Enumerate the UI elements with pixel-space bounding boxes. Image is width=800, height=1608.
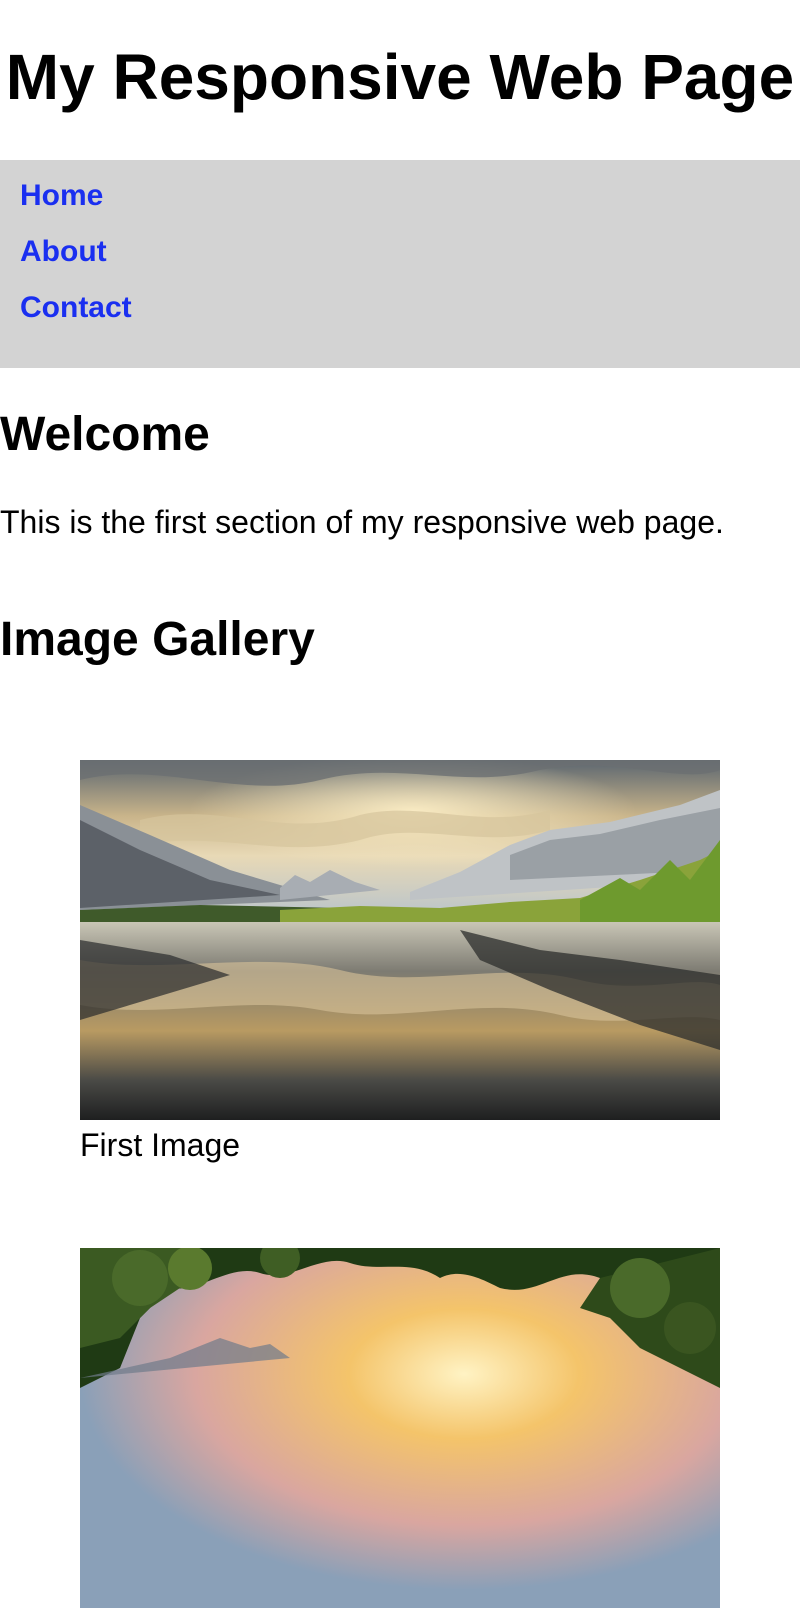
gallery-item-first: First Image [80,760,720,1164]
nav-link-about[interactable]: About [20,234,107,270]
gallery-heading: Image Gallery [0,613,315,666]
lake-mountain-photo [80,760,720,1120]
forest-sunset-photo [80,1248,720,1608]
welcome-heading: Welcome [0,408,210,461]
welcome-text: This is the first section of my responsi… [0,504,724,540]
navigation-bar: Home About Contact [0,160,800,368]
nav-link-home[interactable]: Home [20,178,103,214]
gallery-item-second [80,1248,720,1608]
nav-link-contact[interactable]: Contact [20,290,132,326]
page-title: My Responsive Web Page [5,41,795,113]
image-caption: First Image [80,1127,241,1163]
